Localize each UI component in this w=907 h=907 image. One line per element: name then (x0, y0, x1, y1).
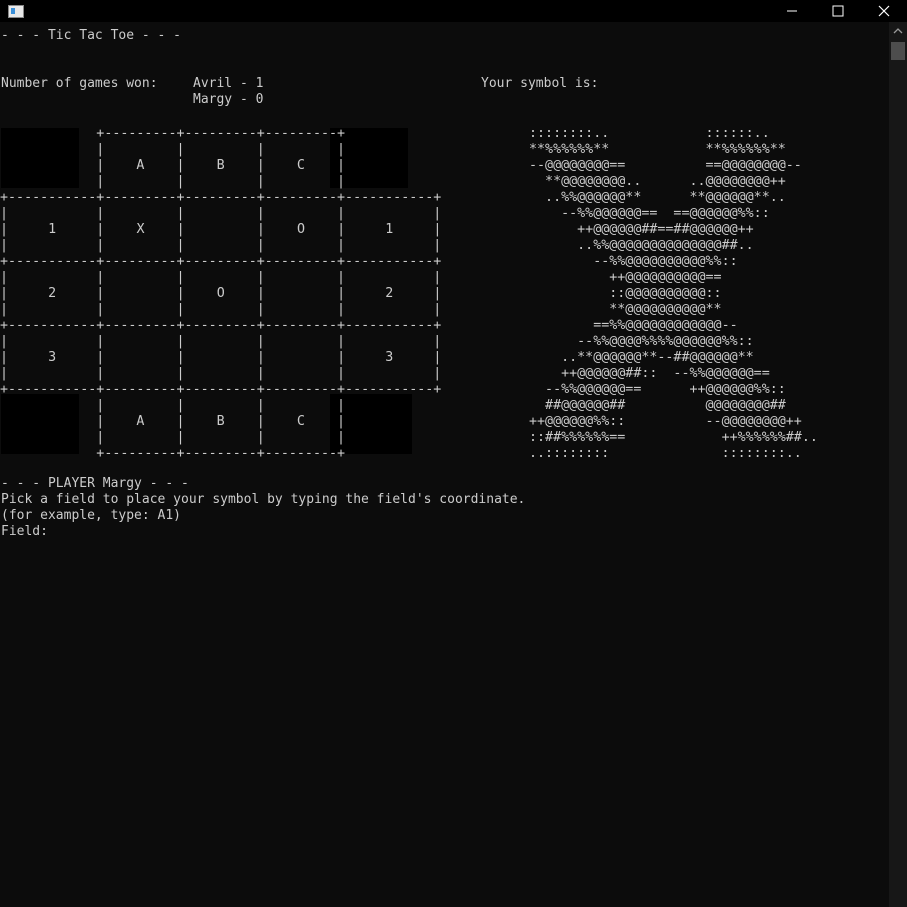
example-text: (for example, type: A1) (1, 508, 182, 523)
symbol-art-line: **@@@@@@@@@@** (529, 302, 722, 317)
board-border: | (56, 350, 137, 365)
cell-b1 (217, 222, 225, 237)
minimize-icon (787, 10, 797, 12)
symbol-art-line: **@@@@@@@@.. ..@@@@@@@@++ (529, 174, 786, 189)
cell-c1: O (296, 222, 305, 237)
symbol-art-line: --%%@@@@@@@@@@%%:: (529, 254, 738, 269)
row-header-2-left: 2 (48, 286, 57, 301)
board-border: | (144, 222, 217, 237)
board-border: | (224, 286, 297, 301)
maximize-icon (832, 5, 844, 17)
symbol-art-line: ##@@@@@@## @@@@@@@@## (529, 398, 786, 413)
player-turn-header: - - - PLAYER Margy - - - (1, 476, 189, 491)
window-titlebar[interactable] (0, 0, 907, 22)
symbol-art-line: --@@@@@@@@== ==@@@@@@@@-- (529, 158, 802, 173)
symbol-art-line: ::##%%%%%%== ++%%%%%%##.. (529, 430, 818, 445)
board-border: | (144, 350, 217, 365)
symbol-art-line: ..**@@@@@@**--##@@@@@@** (529, 350, 754, 365)
board-border: | (224, 414, 297, 429)
game-board: +---------+---------+---------+ | | | | … (0, 126, 441, 462)
board-border: | (224, 350, 297, 365)
cell-b2: O (216, 286, 225, 301)
minimize-button[interactable] (769, 0, 815, 22)
symbol-art-line: ::::::::.. ::::::.. (529, 126, 770, 141)
symbol-art-line: ++@@@@@@%%:: --@@@@@@@@++ (529, 414, 802, 429)
board-border: | (56, 286, 137, 301)
vertical-scrollbar[interactable] (889, 22, 907, 907)
board-border: | (224, 222, 297, 237)
board-border: | (144, 286, 217, 301)
board-border: | (304, 222, 386, 237)
maximize-button[interactable] (815, 0, 861, 22)
row-header-1-left: 1 (48, 222, 57, 237)
symbol-art-line: ..%%@@@@@@** **@@@@@@**.. (529, 190, 786, 205)
board-border: | (144, 414, 217, 429)
column-header-c-bottom: C (296, 414, 305, 429)
symbol-art-line: ++@@@@@@@@@@== (529, 270, 722, 285)
column-header-c-top: C (296, 158, 305, 173)
symbol-art-line: --%%@@@@@@== ==@@@@@@%%:: (529, 206, 770, 221)
instruction-text: Pick a field to place your symbol by typ… (1, 492, 526, 507)
symbol-art-line: ==%%@@@@@@@@@@@@-- (529, 318, 738, 333)
symbol-art-line: ..%%@@@@@@@@@@@@@@##.. (529, 238, 754, 253)
board-border: | (144, 158, 217, 173)
symbol-art-line: ++@@@@@@##:: --%%@@@@@@== (529, 366, 770, 381)
field-prompt[interactable]: Field: (1, 524, 48, 540)
symbol-art-line: ..:::::::: ::::::::.. (529, 446, 802, 461)
console-output[interactable]: - - - Tic Tac Toe - - - Number of games … (0, 22, 889, 907)
scrollbar-thumb[interactable] (891, 42, 905, 60)
chevron-up-icon (893, 28, 903, 34)
board-border: | (56, 222, 137, 237)
symbol-art-line: ::@@@@@@@@@@:: (529, 286, 722, 301)
board-border: | (304, 286, 386, 301)
column-header-b-bottom: B (216, 414, 225, 429)
close-icon (878, 5, 890, 17)
cell-c2 (297, 286, 305, 301)
close-button[interactable] (861, 0, 907, 22)
player2-score: Margy - 0 (193, 92, 264, 107)
x-symbol-ascii-art: ::::::::.. ::::::.. **%%%%%%** **%%%%%%*… (529, 126, 818, 462)
cell-c3 (297, 350, 305, 365)
board-border: | (224, 158, 297, 173)
board-border: | (304, 350, 386, 365)
symbol-art-line: --%%@@@@@@== ++@@@@@@%%:: (529, 382, 786, 397)
game-title: - - - Tic Tac Toe - - - (1, 28, 182, 43)
row-header-3-left: 3 (48, 350, 57, 365)
symbol-art-line: ++@@@@@@##==##@@@@@@++ (529, 222, 754, 237)
games-won-label: Number of games won: (1, 76, 158, 91)
scroll-up-arrow[interactable] (889, 22, 907, 40)
symbol-art-line: **%%%%%%** **%%%%%%** (529, 142, 786, 157)
cell-b3 (217, 350, 225, 365)
column-header-b-top: B (216, 158, 225, 173)
player1-score: Avril - 1 (193, 76, 264, 91)
terminal-app-icon (8, 5, 24, 18)
symbol-label: Your symbol is: (481, 76, 599, 91)
symbol-art-line: --%%@@@@%%%%@@@@@@%%:: (529, 334, 754, 349)
